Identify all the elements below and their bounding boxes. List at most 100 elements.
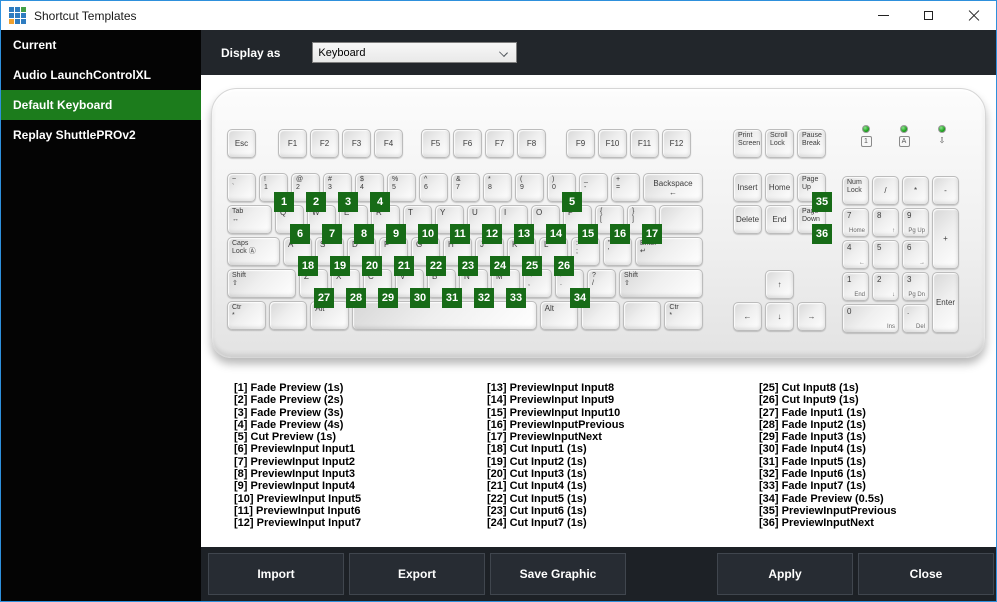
maximize-button[interactable] [906,1,951,30]
shortcut-item: [15] PreviewInput Input10 [487,406,621,419]
key-arrow-up[interactable]: ↑ [765,270,794,299]
export-button[interactable]: Export [349,553,485,595]
shortcut-item: [35] PreviewInputPrevious [759,504,897,517]
key-sub-label: ↑ [892,228,895,234]
key-5[interactable]: % 5 [387,173,416,202]
key-f6[interactable]: F6 [453,129,482,158]
key-f10[interactable]: F10 [598,129,627,158]
key-y[interactable]: Y 11 [435,205,470,244]
key-blank[interactable]: Ctr * [664,301,703,330]
key-blank[interactable]: {[16 [595,205,630,244]
key-blank[interactable]: * [902,176,929,205]
key-8[interactable]: 8 ↑ [872,208,899,237]
key-f7[interactable]: F7 [485,129,514,158]
key-blank[interactable]: + = [611,173,640,202]
key-0[interactable]: 0 Ins [842,304,899,333]
key-arrow-right[interactable]: → [797,302,826,331]
sidebar-item-replay-shuttleprov2[interactable]: Replay ShuttlePROv2 [1,120,201,150]
key-blank[interactable] [659,205,703,234]
key-label: U [472,208,478,217]
key-2[interactable]: @2 2 [291,173,326,212]
key-6[interactable]: ^ 6 [419,173,448,202]
key-blank[interactable] [622,301,662,330]
key-o[interactable]: O 14 [531,205,566,244]
key-blank[interactable]: / [872,176,899,205]
key-blank[interactable]: ~ ` [227,173,256,202]
key-lock[interactable]: Scroll Lock [765,129,794,158]
key-delete[interactable]: Delete [733,205,762,234]
key-4[interactable]: 4 ← [842,240,869,269]
key-7[interactable]: & 7 [451,173,480,202]
key-1[interactable]: 1 End [842,272,869,301]
key-blank[interactable]: Tab ↔ [227,205,272,234]
key-f4[interactable]: F4 [374,129,403,158]
key-screen[interactable]: Print Screen [733,129,762,158]
key-label: 6 [907,243,912,252]
save-graphic-button[interactable]: Save Graphic [490,553,626,595]
key-f3[interactable]: F3 [342,129,371,158]
key-blank[interactable]: Ctr * [227,301,266,330]
shortcut-number-badge: 22 [426,256,446,276]
minimize-button[interactable] [861,1,906,30]
key-f5[interactable]: F5 [421,129,450,158]
shortcut-item: [2] Fade Preview (2s) [234,394,344,407]
app-icon-cell [9,19,14,24]
key-u[interactable]: U 12 [467,205,502,244]
key-7[interactable]: 7 Home [842,208,869,237]
key-blank[interactable] [268,301,308,330]
key-end[interactable]: End [765,205,794,234]
titlebar: Shortcut Templates [1,1,996,30]
key-home[interactable]: Home [765,173,794,202]
key-0[interactable]: ) 0 5 [547,173,582,212]
key-f8[interactable]: F8 [517,129,546,158]
key-esc[interactable]: Esc [227,129,256,158]
key-blank[interactable]: + [932,208,959,269]
key-9[interactable]: (9 [515,173,544,202]
key-t[interactable]: T 10 [403,205,438,244]
key-label-bottom: - [584,183,587,191]
key-f9[interactable]: F9 [566,129,595,158]
apply-button[interactable]: Apply [717,553,853,595]
keyboard-row-0: Esc F1 F2 F3 F4 F5 F6 F7 F8 F9 F10 F11 F12 [227,129,703,158]
key-blank[interactable]: . Del [902,304,929,333]
key-5[interactable]: 5 [872,240,899,269]
shortcut-number-badge: 15 [578,224,598,244]
key-i[interactable]: I 13 [499,205,534,244]
key-blank[interactable]: - [932,176,959,205]
sidebar-item-default-keyboard[interactable]: Default Keyboard [1,90,201,120]
key-f11[interactable]: F11 [630,129,659,158]
sidebar-item-current[interactable]: Current [1,30,201,60]
close-button[interactable] [951,1,996,30]
key-up[interactable]: Page Up 35 [797,173,832,212]
key-insert[interactable]: Insert [733,173,762,202]
close-dialog-button[interactable]: Close [858,553,994,595]
key-arrow-down[interactable]: ↓ [765,302,794,331]
key-f12[interactable]: F12 [662,129,691,158]
key-blank[interactable]: Shift ⇧ [619,269,703,298]
key-break[interactable]: Pause Break [797,129,826,158]
key-3[interactable]: #3 3 [323,173,358,212]
key-blank[interactable]: _ - [579,173,608,202]
key-f1[interactable]: F1 [278,129,307,158]
key-9[interactable]: 9 Pg Up [902,208,929,237]
key-blank[interactable]: }] 17 [627,205,662,244]
key-blank[interactable]: Shift ⇧ [227,269,296,298]
key-8[interactable]: * 8 [483,173,512,202]
shortcut-number-badge: 24 [490,256,510,276]
key-2[interactable]: 2 ↓ [872,272,899,301]
key-f2[interactable]: F2 [310,129,339,158]
display-as-dropdown[interactable]: Keyboard [312,42,518,63]
key-4[interactable]: $4 4 [355,173,390,212]
key-6[interactable]: 6 → [902,240,929,269]
key-blank[interactable]: ? / [587,269,616,298]
key-3[interactable]: 3 Pg Dn [902,272,929,301]
import-button[interactable]: Import [208,553,344,595]
key-arrow-left[interactable]: ← [733,302,762,331]
key-1[interactable]: ! 1 1 [259,173,294,212]
key-lock[interactable]: Caps Lock Ⓐ [227,237,280,266]
sidebar-item-audio-launchcontrolxl[interactable]: Audio LaunchControlXL [1,60,201,90]
key-backspace[interactable]: Backspace ← [643,173,703,202]
key-enter[interactable]: Enter [932,272,959,333]
keyboard-spacer [259,129,275,158]
key-lock[interactable]: Num Lock [842,176,869,205]
